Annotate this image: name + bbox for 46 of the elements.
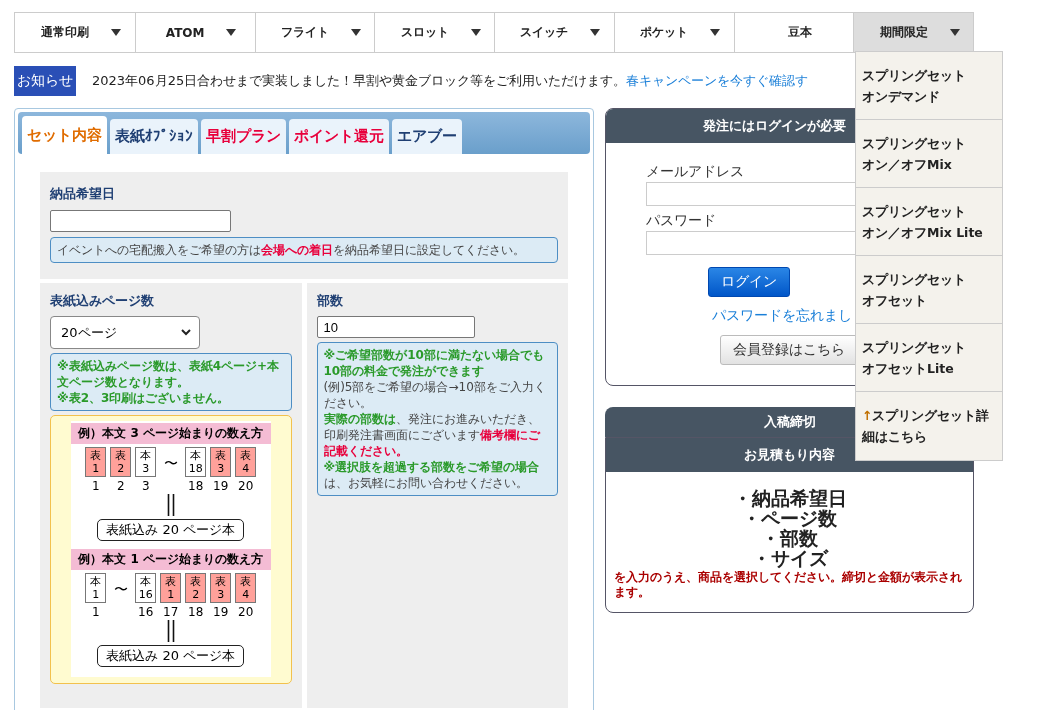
notice-text: 2023年06月25日合わせまで実装しました！早割や黄金ブロック等をご利用いただけます。 — [92, 72, 627, 90]
required-item: ・ページ数 — [742, 508, 837, 528]
page-number: 20 — [238, 479, 254, 493]
page-tile: 本 16 — [135, 573, 157, 603]
field-label: 部数 — [316, 293, 343, 310]
page-number: 1 — [91, 479, 100, 493]
example-title: 例）本文 3 ページ始まりの数え方 — [70, 423, 271, 444]
field-label: パスワード — [646, 212, 716, 230]
page-tile: 表 4 — [235, 573, 257, 603]
page-tile: 表 2 — [110, 447, 132, 477]
example-title: 例）本文 1 ページ始まりの数え方 — [70, 549, 271, 570]
page-number: 18 — [188, 605, 204, 619]
required-item: ・部数 — [761, 528, 818, 548]
result-label: 表紙込み 20 ページ本 — [97, 519, 245, 541]
page-number: 18 — [188, 479, 204, 493]
tilde-mark: 〜 — [113, 581, 128, 599]
page-tile: 表 2 — [185, 573, 207, 603]
tilde-mark: 〜 — [163, 455, 178, 473]
page-number: 17 — [163, 605, 179, 619]
page-number: 2 — [116, 479, 125, 493]
page-tile: 表 3 — [210, 447, 232, 477]
page-tile: 表 4 — [235, 447, 257, 477]
notice-badge: お知らせ — [14, 66, 76, 96]
page-tile: 表 1 — [160, 573, 182, 603]
note-box: イベントへの宅配搬入をご希望の方は会場への着日 を納品希望日に設定してください。 — [50, 237, 558, 263]
required-item: ・サイズ — [751, 548, 828, 568]
result-label: 表紙込み 20 ページ本 — [97, 645, 245, 667]
field-label: 納品希望日 — [50, 186, 115, 203]
page-number: 19 — [213, 605, 229, 619]
page-tile: 表 3 — [210, 573, 232, 603]
page-tile: 表 1 — [85, 447, 107, 477]
note-box: ※表紙込みページ数は、表紙4ページ+本文ページ数となります。 ※表2、3印刷はございません。 — [50, 353, 292, 411]
card-title: 発注にはログインが必要 — [703, 117, 846, 135]
field-label: メールアドレス — [646, 163, 744, 181]
field-label: 表紙込みページ数 — [50, 293, 154, 310]
required-item: ・納品希望日 — [732, 488, 847, 508]
page-tile: 本 1 — [85, 573, 107, 603]
estimate-note: を入力のうえ、商品を選択してください。締切と金額が表示されます。 — [614, 570, 963, 600]
page-tile: 本 3 — [135, 447, 157, 477]
page-tile: 本 18 — [185, 447, 207, 477]
page-number: 16 — [138, 605, 154, 619]
note-box: ※ご希望部数が10部に満たない場合でも10部の料金で発注ができます (例)5部をご希望の場合→10部をご入力ください。 実際の部数は、発注にお進みいただき、印刷発注書画面にございます備考欄にご記載ください。 ※選択肢を超過する部数をご希望の場合 は、お気軽にお問い合わせください。 — [316, 342, 558, 496]
page-number: 3 — [141, 479, 150, 493]
page-number: 20 — [238, 605, 254, 619]
page-number: 19 — [213, 479, 229, 493]
page-number: 1 — [91, 605, 100, 619]
